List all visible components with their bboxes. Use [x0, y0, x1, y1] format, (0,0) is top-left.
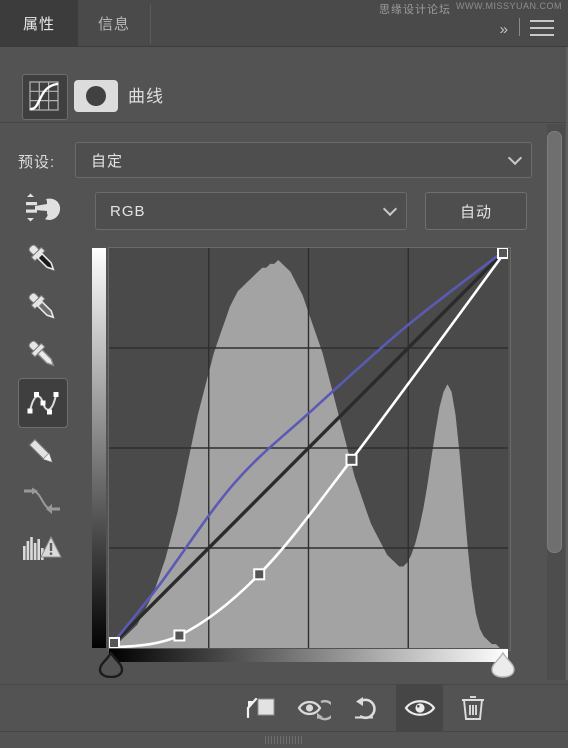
eye-icon — [404, 699, 435, 716]
watermark-cn: 思缘设计论坛 — [379, 4, 451, 16]
tab-properties-label: 属性 — [22, 16, 55, 33]
mask-shape-icon — [86, 86, 106, 106]
on-image-adjustment-icon — [26, 193, 61, 222]
tab-bar: 属性 信息 思缘设计论坛 WWW.MISSYUAN.COM » — [0, 0, 568, 47]
pencil-icon — [28, 438, 53, 463]
scrollbar-thumb[interactable] — [547, 131, 562, 553]
eyedropper-black-icon — [28, 244, 55, 271]
delete-layer-button[interactable] — [449, 684, 496, 731]
tab-info[interactable]: 信息 — [78, 0, 150, 47]
channel-select[interactable]: RGB — [95, 192, 407, 230]
eye-previous-state-icon — [297, 699, 331, 720]
histogram-warning-icon — [23, 535, 62, 560]
smooth-curve-icon — [24, 487, 60, 514]
output-gradient-strip — [92, 248, 106, 648]
auto-button[interactable]: 自动 — [425, 192, 527, 230]
curve-control-point[interactable] — [109, 637, 120, 648]
toolbar-divider — [519, 18, 520, 36]
curves-adjustment-icon — [22, 74, 68, 120]
tool-curve-point[interactable] — [18, 378, 68, 428]
auto-button-label: 自动 — [459, 203, 492, 221]
black-point-slider[interactable] — [97, 652, 125, 678]
layer-mask-thumbnail[interactable] — [74, 80, 118, 112]
curve-control-point[interactable] — [173, 629, 186, 642]
curve-plot-area[interactable] — [109, 248, 508, 648]
curves-properties-panel: 属性 信息 思缘设计论坛 WWW.MISSYUAN.COM » 曲线 预设: 自… — [0, 0, 568, 748]
watermark-url: WWW.MISSYUAN.COM — [456, 1, 562, 11]
curve-control-point[interactable] — [253, 568, 266, 581]
bottom-divider — [0, 731, 568, 732]
reset-arrow-icon — [354, 696, 376, 719]
chevron-down-icon — [385, 204, 396, 215]
curve-control-point[interactable] — [497, 248, 508, 259]
tool-smooth-curve[interactable] — [18, 476, 66, 524]
white-point-slider[interactable] — [489, 652, 517, 678]
toggle-visibility-button[interactable] — [396, 684, 443, 731]
tab-properties[interactable]: 属性 — [0, 0, 78, 47]
page-title: 曲线 — [128, 87, 164, 106]
input-gradient-strip — [109, 649, 508, 662]
preset-value: 自定 — [91, 152, 124, 170]
clip-to-layer-button[interactable] — [237, 684, 284, 731]
collapse-icon: » — [499, 21, 508, 38]
trash-icon — [461, 695, 484, 720]
tab-divider — [150, 4, 151, 44]
tool-black-point-eyedropper[interactable] — [18, 234, 66, 282]
collapse-panel-button[interactable]: » — [499, 21, 508, 38]
eyedropper-white-icon — [28, 340, 55, 367]
curve-tools — [18, 186, 68, 572]
curve-control-point[interactable] — [345, 453, 358, 466]
channel-value: RGB — [110, 202, 146, 220]
tool-pencil-draw[interactable] — [18, 428, 66, 476]
hamburger-menu-icon[interactable] — [530, 20, 554, 36]
tool-white-point-eyedropper[interactable] — [18, 330, 66, 378]
panel-resize-grip[interactable] — [265, 736, 305, 744]
curve-point-icon — [27, 392, 59, 415]
curves-graph[interactable] — [92, 247, 511, 662]
toggle-previous-state-button[interactable] — [290, 684, 337, 731]
eyedropper-gray-icon — [28, 292, 55, 319]
clip-to-layer-icon — [246, 697, 274, 718]
tool-gray-point-eyedropper[interactable] — [18, 282, 66, 330]
tab-info-label: 信息 — [97, 16, 130, 33]
curve-plot-svg — [109, 248, 508, 648]
preset-select[interactable]: 自定 — [75, 142, 532, 178]
tool-clipping-warning[interactable] — [18, 524, 66, 572]
watermark: 思缘设计论坛 WWW.MISSYUAN.COM — [379, 1, 562, 17]
chevron-down-icon — [510, 153, 521, 164]
tool-target-adjustment[interactable] — [18, 186, 66, 234]
preset-label: 预设: — [18, 154, 56, 171]
reset-button[interactable] — [343, 684, 390, 731]
